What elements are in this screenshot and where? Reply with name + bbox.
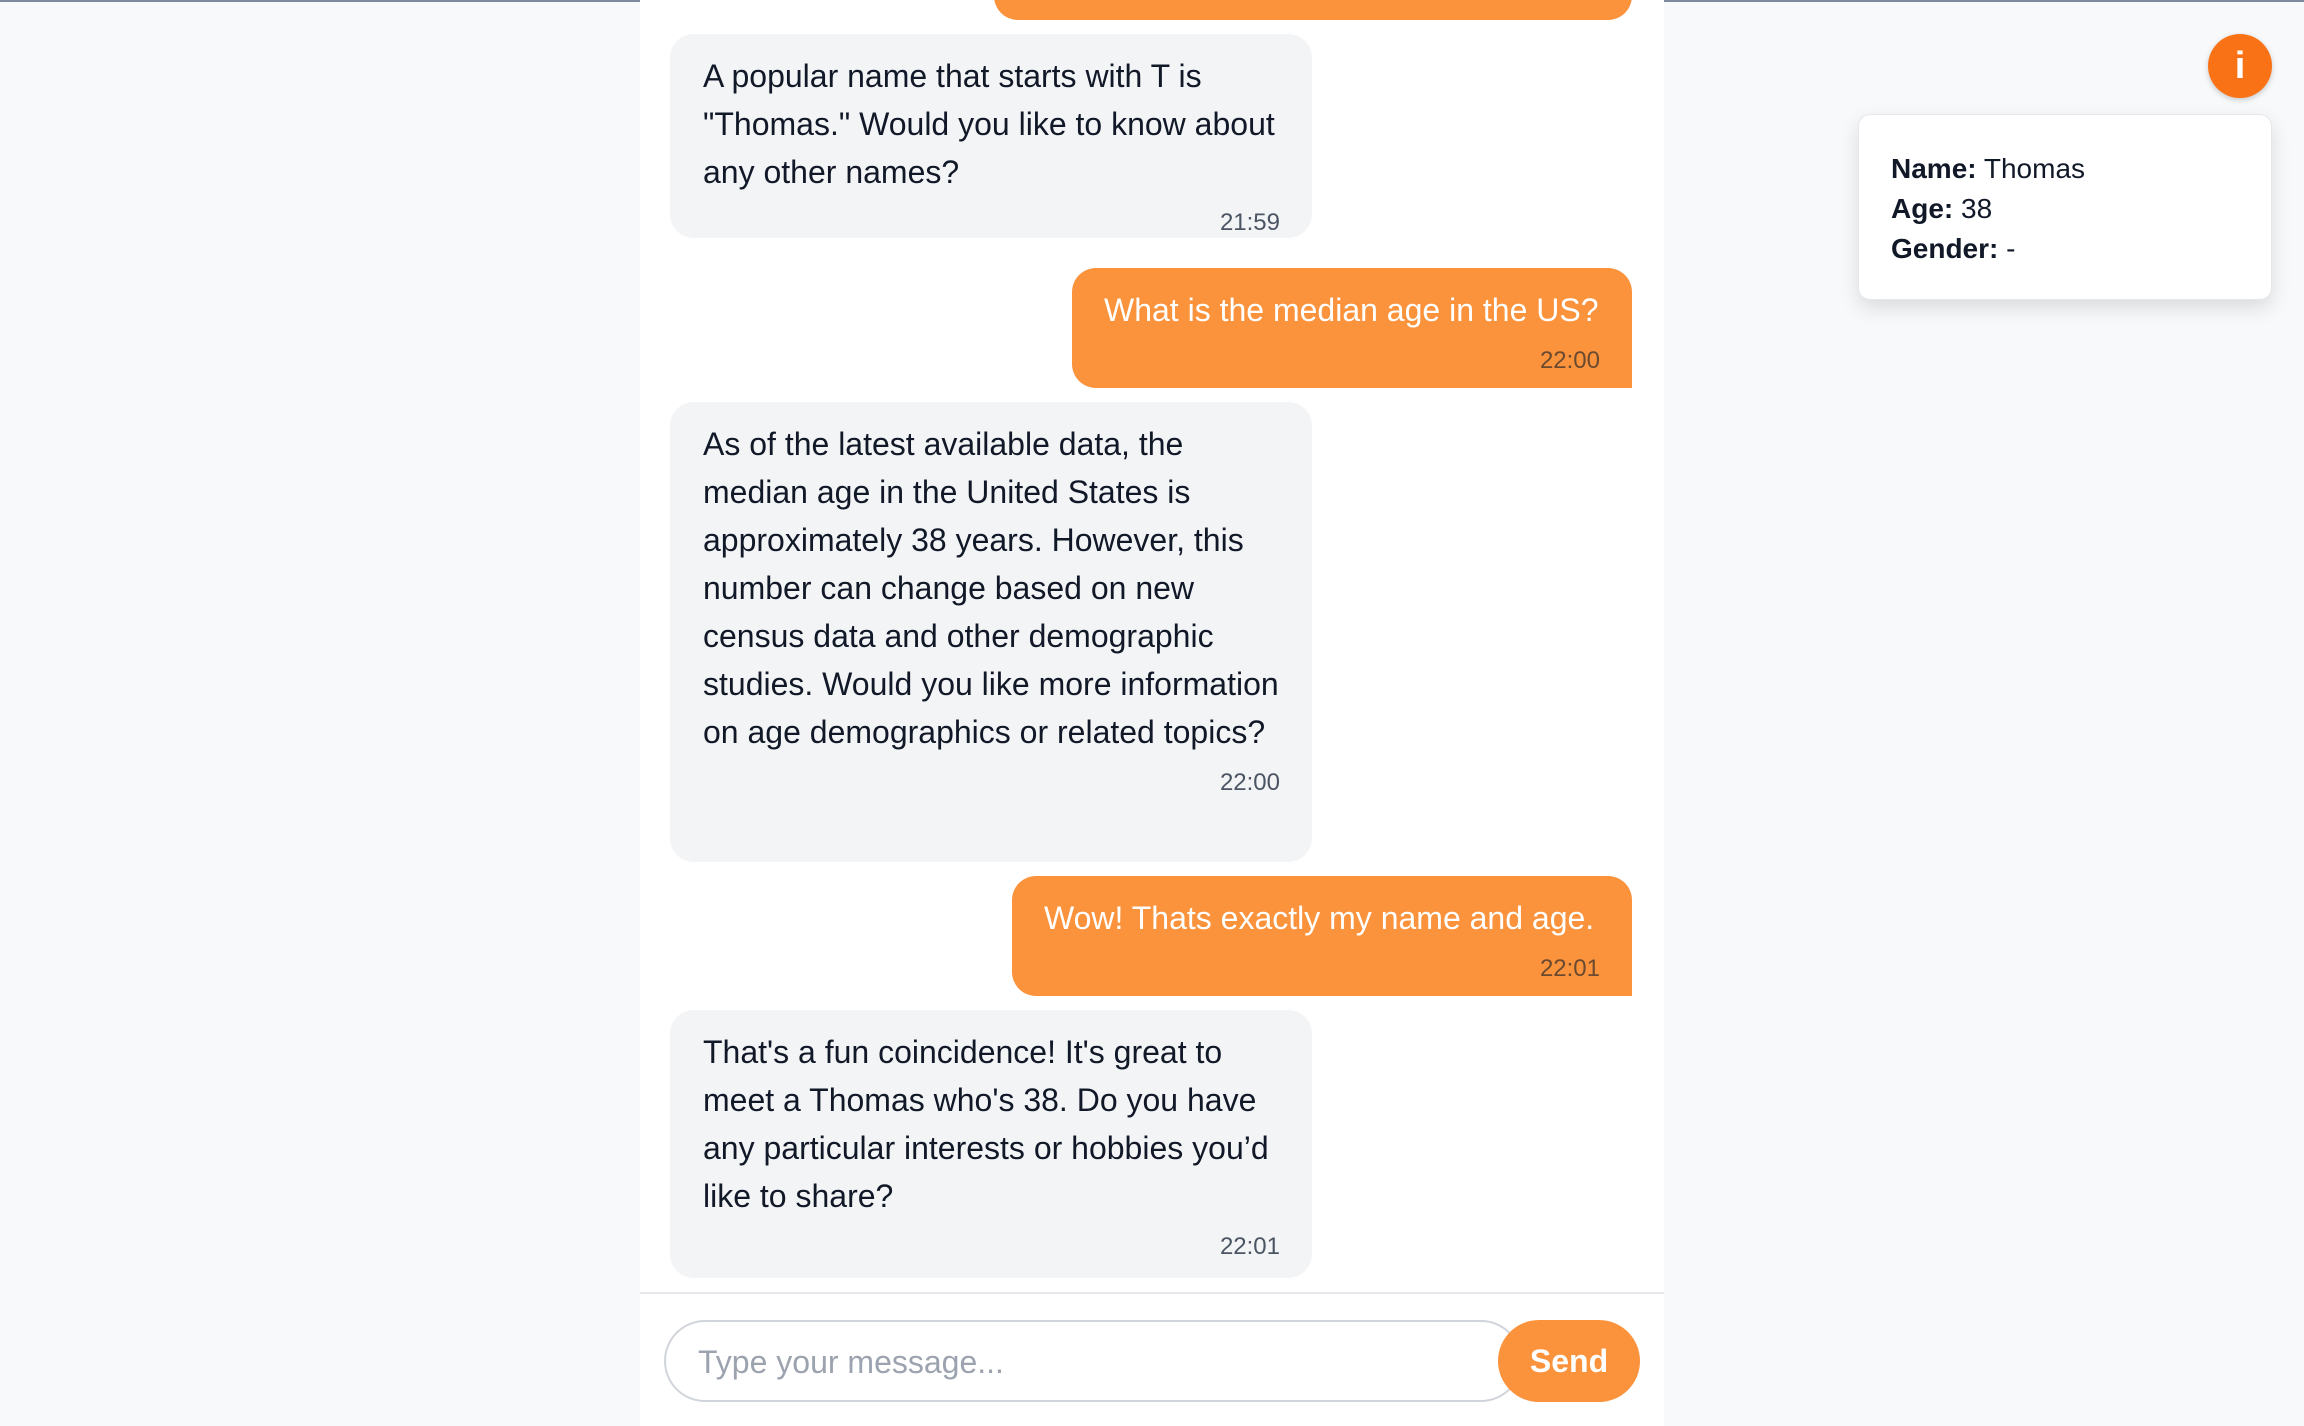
message-timestamp: 22:00	[1539, 347, 1600, 374]
bot-message: A popular name that starts with T is "Th…	[670, 34, 1312, 238]
message-timestamp: 22:01	[1539, 955, 1600, 982]
message-text: Wow! Thats exactly my name and age.	[1044, 900, 1595, 936]
age-value: 38	[1961, 193, 1993, 224]
message-timestamp: 22:01	[1219, 1233, 1280, 1260]
chat-panel: A popular name that starts with T is "Th…	[640, 0, 1664, 1426]
message-text: A popular name that starts with T is "Th…	[703, 58, 1275, 190]
message-input-wrapper[interactable]	[664, 1320, 1522, 1402]
user-message: Wow! Thats exactly my name and age. 22:0…	[1012, 876, 1632, 996]
bot-message: That's a fun coincidence! It's great to …	[670, 1010, 1312, 1278]
info-icon: i	[2234, 45, 2246, 87]
message-text: As of the latest available data, the med…	[703, 426, 1279, 750]
send-button[interactable]: Send	[1498, 1320, 1640, 1402]
name-label: Name:	[1891, 153, 1977, 184]
message-timestamp: 21:59	[1219, 209, 1280, 236]
message-list[interactable]: A popular name that starts with T is "Th…	[640, 0, 1664, 1292]
name-value: Thomas	[1983, 153, 2086, 184]
message-input[interactable]	[696, 1322, 1500, 1402]
message-text: That's a fun coincidence! It's great to …	[703, 1034, 1269, 1214]
info-row-age: Age: 38	[1891, 189, 2239, 229]
message-composer: Send	[640, 1292, 1664, 1426]
message-timestamp: 22:00	[1219, 769, 1280, 796]
user-message: What is the median age in the US? 22:00	[1072, 268, 1632, 388]
age-label: Age:	[1891, 193, 1954, 224]
bot-message: As of the latest available data, the med…	[670, 402, 1312, 862]
previous-user-message-partial	[994, 0, 1632, 20]
message-text: What is the median age in the US?	[1104, 292, 1599, 328]
info-row-name: Name: Thomas	[1891, 149, 2239, 189]
gender-value: -	[2006, 233, 2016, 264]
info-button[interactable]: i	[2208, 34, 2272, 98]
gender-label: Gender:	[1891, 233, 1999, 264]
user-info-popover: Name: Thomas Age: 38 Gender: -	[1858, 114, 2272, 300]
info-row-gender: Gender: -	[1891, 229, 2239, 269]
